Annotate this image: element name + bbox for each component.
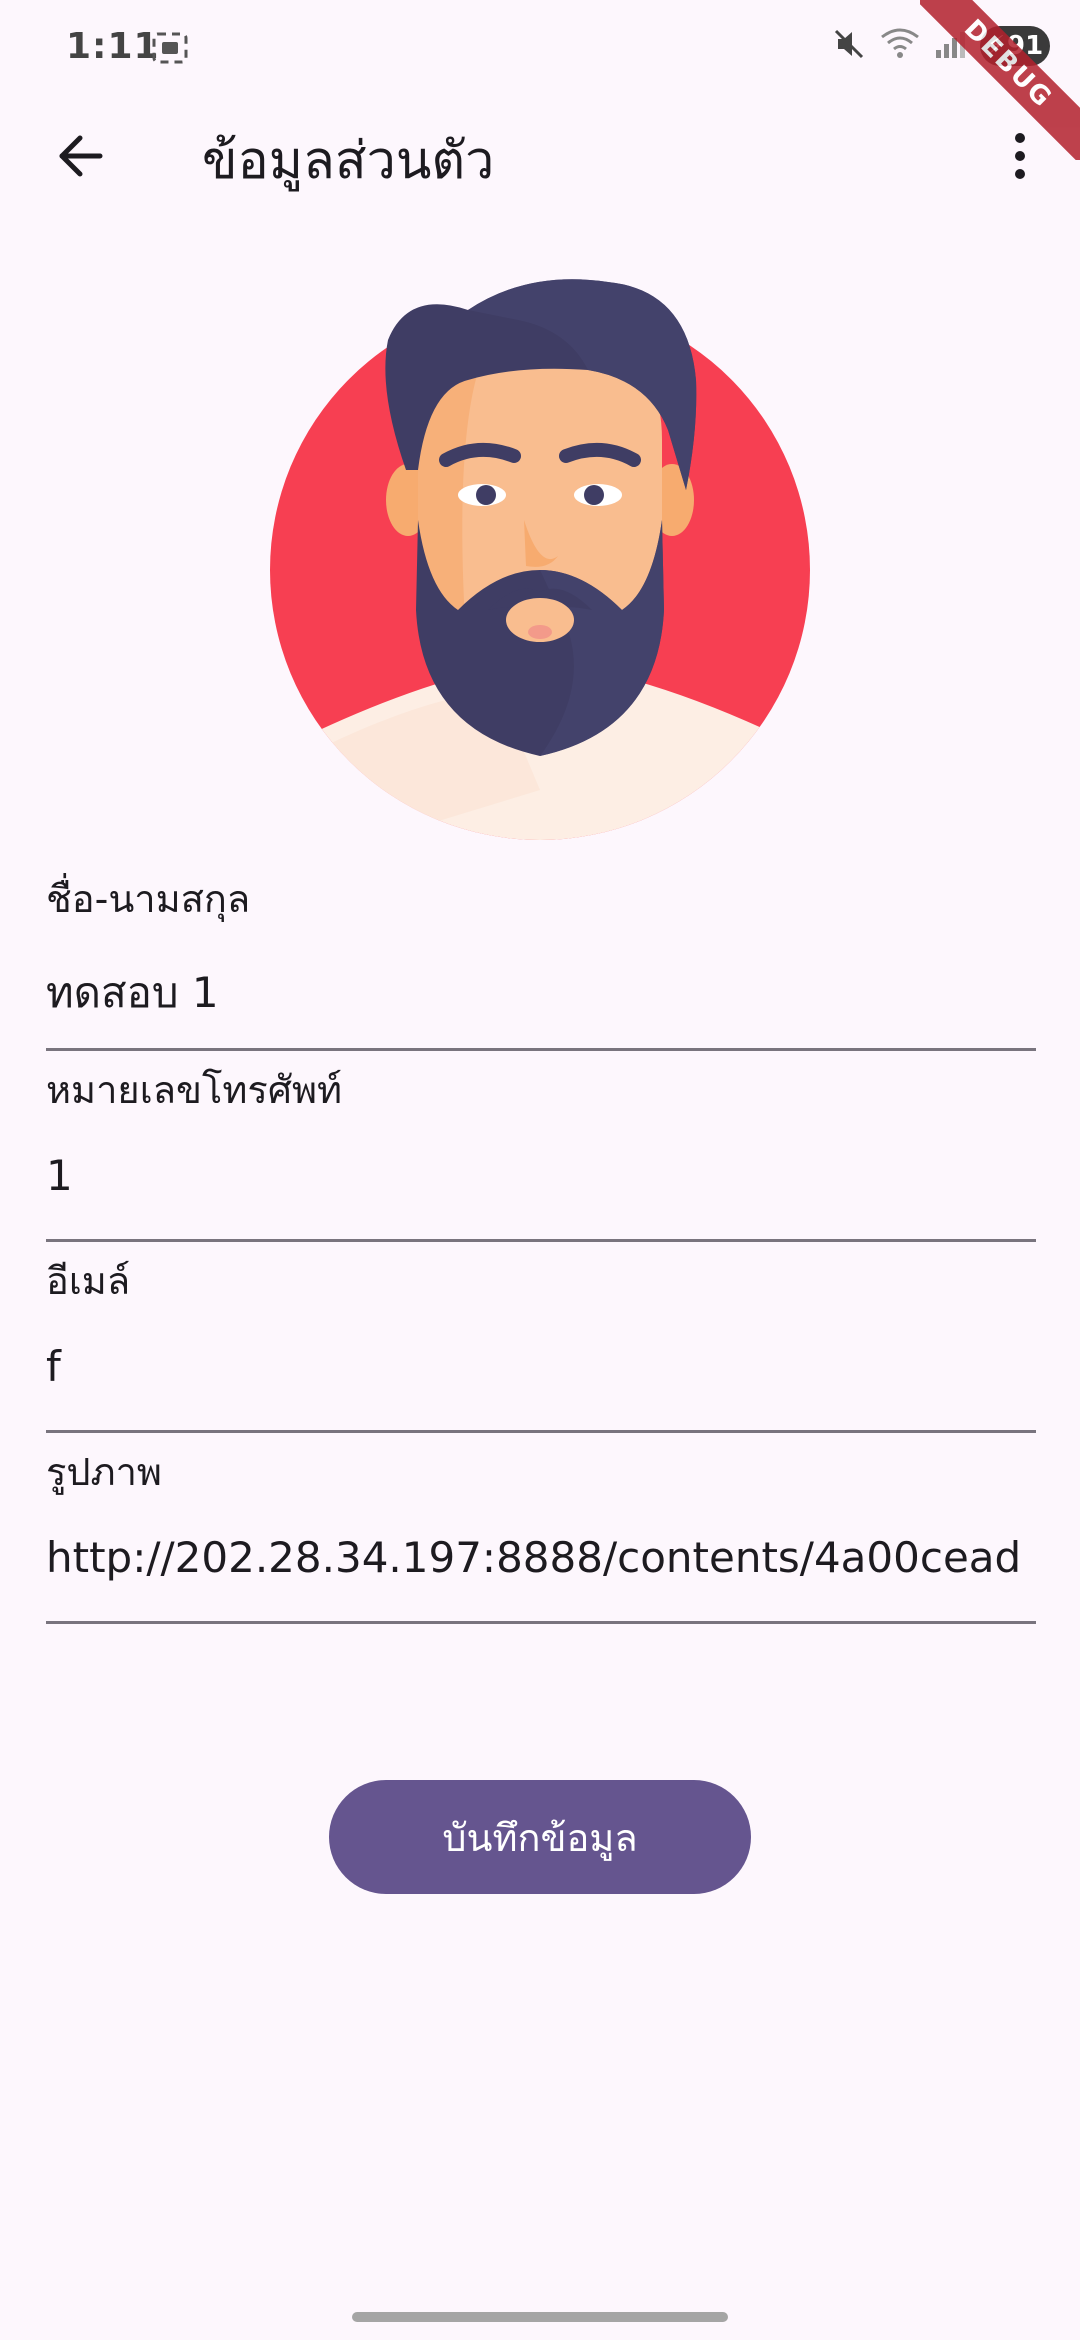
avatar-illustration: [270, 279, 810, 840]
image-url-label: รูปภาพ: [46, 1450, 162, 1494]
phone-input[interactable]: 1: [46, 1151, 1036, 1200]
name-field[interactable]: ชื่อ-นามสกุล ทดสอบ 1: [46, 860, 1036, 1051]
signal-icon: [934, 28, 966, 64]
battery-indicator: ⚡ 91: [980, 26, 1050, 66]
status-time: 1:11: [66, 26, 160, 67]
more-vert-icon: [1015, 133, 1025, 179]
home-indicator[interactable]: [352, 2312, 728, 2322]
wifi-icon: [880, 27, 920, 65]
arrow-left-icon: [59, 135, 103, 177]
volume-mute-icon: [832, 27, 866, 65]
email-input[interactable]: f: [46, 1342, 1036, 1391]
back-button[interactable]: [40, 116, 120, 196]
app-bar: ข้อมูลส่วนตัว: [0, 96, 1080, 216]
charging-icon: ⚡: [986, 31, 1006, 61]
phone-field[interactable]: หมายเลขโทรศัพท์ 1: [46, 1051, 1036, 1242]
email-field[interactable]: อีเมล์ f: [46, 1242, 1036, 1433]
page-title: ข้อมูลส่วนตัว: [202, 131, 495, 191]
screen: 1:11 ⚡ 91 DEBUG ข้อมูลส่วนตัว ชื่อ-นามสก…: [0, 0, 1080, 2340]
more-options-button[interactable]: [980, 116, 1060, 196]
name-input[interactable]: ทดสอบ 1: [46, 960, 1036, 1026]
status-icons: ⚡ 91: [832, 26, 1050, 66]
profile-form: ชื่อ-นามสกุล ทดสอบ 1 หมายเลขโทรศัพท์ 1 อ…: [46, 860, 1036, 1624]
phone-label: หมายเลขโทรศัพท์: [46, 1068, 343, 1112]
battery-level: 91: [1007, 31, 1044, 61]
screenshot-icon: [150, 30, 190, 70]
image-url-field[interactable]: รูปภาพ http://202.28.34.197:8888/content…: [46, 1433, 1036, 1624]
image-url-input[interactable]: http://202.28.34.197:8888/contents/4a00c…: [46, 1533, 1036, 1582]
status-bar: 1:11 ⚡ 91 DEBUG: [0, 0, 1080, 160]
save-button[interactable]: บันทึกข้อมูล: [329, 1780, 751, 1894]
email-label: อีเมล์: [46, 1259, 131, 1303]
name-label: ชื่อ-นามสกุล: [46, 877, 251, 921]
avatar[interactable]: [268, 270, 812, 846]
